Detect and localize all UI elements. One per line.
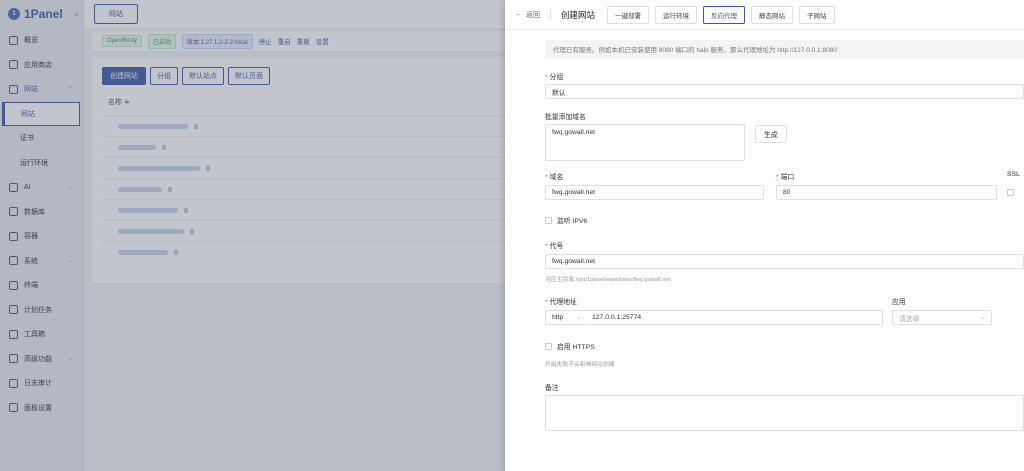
back-button[interactable]: ← 返回 (515, 10, 540, 20)
batch-domains-label: 批量添加域名 (545, 114, 586, 121)
chevron-down-icon: ⌄ (575, 315, 581, 321)
ssl-checkbox[interactable] (1007, 189, 1014, 196)
drawer-header: ← 返回 创建网站 一键部署 运行环境 反向代理 静态网站 子网站 (505, 0, 1024, 30)
domain-label: * 域名 (545, 174, 564, 181)
alias-label: * 代号 (545, 243, 564, 250)
domain-input[interactable]: fwq.gowall.net (545, 185, 764, 200)
proxy-address-input[interactable]: 127.0.0.1:25774 (586, 310, 883, 325)
chevron-down-icon: ⌄ (979, 315, 985, 321)
app-label: 应用 (892, 299, 906, 306)
batch-domains-textarea[interactable]: fwq.gowall.net (545, 124, 745, 161)
remark-textarea[interactable] (545, 395, 1024, 431)
https-help: 开启失败不会影响网站创建 (545, 362, 615, 368)
tab-one-click-deploy[interactable]: 一键部署 (607, 5, 650, 24)
tab-runtime[interactable]: 运行环境 (655, 5, 698, 24)
modal-overlay[interactable] (0, 0, 505, 471)
ssl-label: SSL (1007, 171, 1020, 178)
alias-help: 对应主目录:/opt/1panel/www/sites/fwq.gowall.n… (545, 277, 671, 283)
group-select[interactable]: 默认 (545, 84, 1024, 99)
tab-reverse-proxy[interactable]: 反向代理 (703, 5, 746, 24)
tab-static-site[interactable]: 静态网站 (751, 5, 794, 24)
info-alert: 代理已有服务。例如本机已安装使用 8080 端口的 halo 服务，那么代理地址… (545, 40, 1024, 58)
group-label: * 分组 (545, 74, 564, 81)
ipv6-checkbox[interactable]: 监听 IPV6 (545, 215, 587, 225)
proxy-label: * 代理地址 (545, 299, 577, 306)
generate-button[interactable]: 生成 (755, 125, 787, 143)
tab-subsite[interactable]: 子网站 (799, 5, 835, 24)
app-select[interactable]: 请选择 ⌄ (892, 310, 992, 325)
protocol-select[interactable]: http ⌄ (545, 310, 588, 325)
https-checkbox[interactable]: 启用 HTTPS (545, 341, 595, 351)
port-input[interactable]: 80 (776, 185, 997, 200)
divider (550, 9, 551, 20)
port-label: * 端口 (776, 174, 795, 181)
arrow-left-icon: ← (515, 11, 522, 18)
remark-label: 备注 (545, 385, 559, 392)
drawer-title: 创建网站 (561, 9, 596, 20)
alias-input[interactable]: fwq.gowall.net (545, 254, 1024, 269)
create-website-drawer: ← 返回 创建网站 一键部署 运行环境 反向代理 静态网站 子网站 代理已有服务。… (505, 0, 1024, 471)
